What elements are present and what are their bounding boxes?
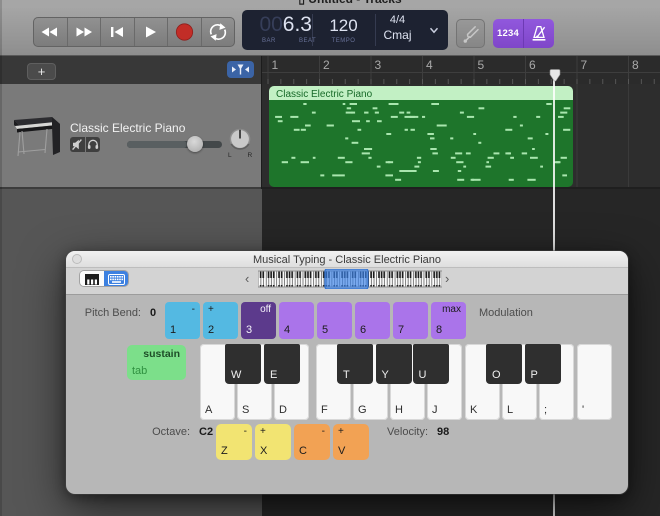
- svg-text:1: 1: [272, 58, 279, 72]
- svg-text:8: 8: [632, 58, 639, 72]
- svg-text:3: 3: [375, 58, 382, 72]
- svg-text:5: 5: [478, 58, 485, 72]
- svg-text:L: L: [228, 152, 232, 159]
- svg-text:7: 7: [581, 58, 588, 72]
- svg-text:6: 6: [529, 58, 536, 72]
- svg-text:4: 4: [426, 58, 433, 72]
- svg-text:2: 2: [323, 58, 330, 72]
- svg-text:R: R: [248, 152, 253, 159]
